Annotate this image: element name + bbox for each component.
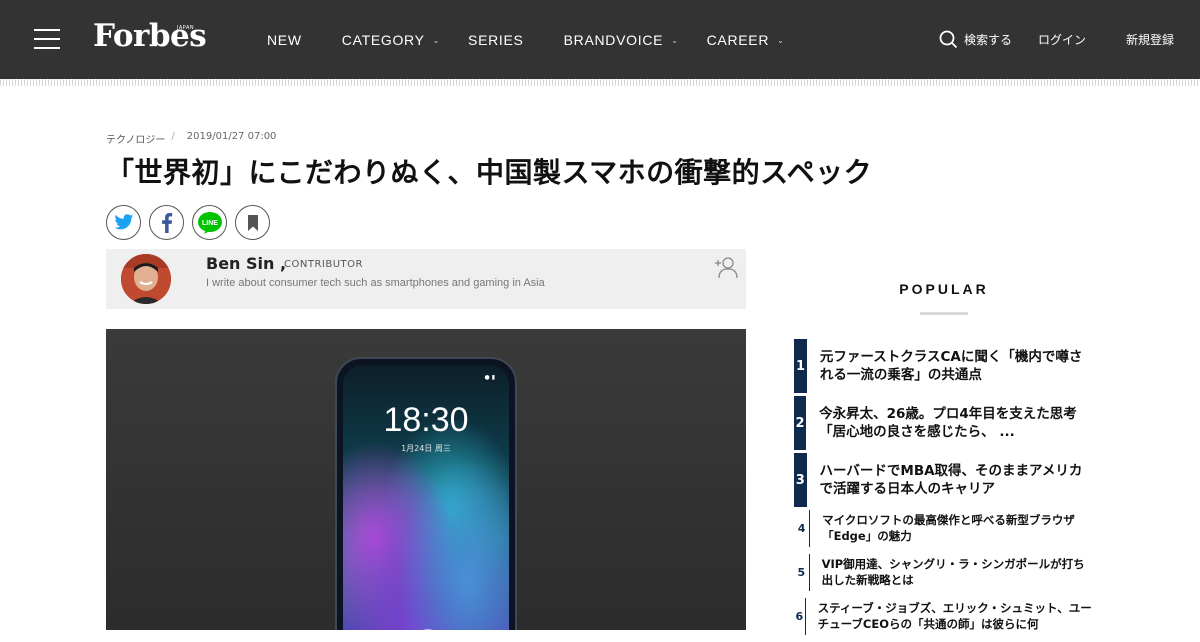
twitter-share-button[interactable] [106,205,141,240]
line-share-button[interactable]: LINE [192,205,227,240]
popular-rank: 1 [794,339,807,393]
smartphone-image: ● ▮ 18:30 1月24日 周三 [335,357,517,630]
author-photo [121,254,171,304]
breadcrumb-separator: / [171,131,175,142]
chevron-down-icon: ⌄ [777,35,785,45]
author-description: I write about consumer tech such as smar… [206,277,545,289]
follow-author-button[interactable] [714,255,738,279]
category-link[interactable]: テクノロジー [106,131,165,146]
popular-item-title: スティーブ・ジョブズ、エリック・シュミット、ユーチューブCEOらの「共通の師」は… [817,600,1092,631]
popular-list: 1 元ファーストクラスCAに聞く「機内で噂される一流の乗客」の共通点 2 今永昇… [794,339,1094,642]
share-buttons: LINE [106,205,278,240]
nav-brandvoice[interactable]: BRANDVOICE ⌄ [564,30,679,50]
line-icon: LINE [197,211,222,234]
status-bar-icons: ● ▮ [484,374,495,381]
popular-item[interactable]: 6 スティーブ・ジョブズ、エリック・シュミット、ユーチューブCEOらの「共通の師… [794,598,1094,635]
facebook-share-button[interactable] [149,205,184,240]
popular-item[interactable]: 3 ハーバードでMBA取得、そのままアメリカで活躍する日本人のキャリア [794,453,1094,507]
login-link[interactable]: ログイン [1038,31,1086,48]
search-label: 検索する [963,33,1012,47]
logo-japan-label: JAPAN [177,25,195,31]
nav-category-label: CATEGORY [341,32,425,48]
popular-item-title: ハーバードでMBA取得、そのままアメリカで活躍する日本人のキャリア [819,462,1083,497]
site-header: Forbes JAPAN NEW CATEGORY ⌄ SERIES BRANDV… [0,0,1200,79]
popular-item-title: 今永昇太、26歳。プロ4年目を支えた思考「居心地の良さを感じたら、 ... [819,405,1077,440]
hero-image: ● ▮ 18:30 1月24日 周三 [106,329,746,630]
twitter-icon [114,214,133,230]
popular-underline [920,312,968,315]
author-role: CONTRIBUTOR [284,259,363,270]
popular-rank: 5 [794,554,810,591]
nav-career[interactable]: CAREER ⌄ [707,30,785,50]
bookmark-icon [247,214,258,231]
phone-screen: ● ▮ 18:30 1月24日 周三 [343,365,509,630]
breadcrumb: テクノロジー / 2019/01/27 07:00 [106,131,276,146]
popular-item[interactable]: 5 VIP御用達、シャングリ・ラ・シンガポールが打ち出した新戦略とは [794,554,1094,591]
hamburger-menu-icon[interactable] [34,29,60,49]
header-divider [0,79,1200,86]
popular-item-title: 元ファーストクラスCAに聞く「機内で噂される一流の乗客」の共通点 [819,348,1083,383]
search-button[interactable]: 検索する [939,30,1012,49]
phone-clock: 18:30 [383,401,469,439]
chevron-down-icon: ⌄ [432,35,441,45]
popular-heading: POPULAR [899,281,989,297]
author-avatar[interactable] [121,254,171,304]
search-icon [939,30,958,49]
popular-item[interactable]: 4 マイクロソフトの最高傑作と呼べる新型ブラウザ「Edge」の魅力 [794,510,1094,547]
nav-brandvoice-label: BRANDVOICE [563,32,664,48]
popular-rank: 2 [794,396,807,450]
author-card: Ben Sin , CONTRIBUTOR I write about cons… [106,249,746,309]
nav-category[interactable]: CATEGORY ⌄ [342,30,440,50]
svg-text:LINE: LINE [202,220,218,227]
popular-rank: 3 [794,453,807,507]
nav-new-label: NEW [267,32,302,48]
main-nav: NEW CATEGORY ⌄ SERIES BRANDVOICE ⌄ CAREER ⌄ [267,30,825,50]
popular-item-title: VIP御用達、シャングリ・ラ・シンガポールが打ち出した新戦略とは [821,556,1085,587]
nav-series[interactable]: SERIES [468,30,524,50]
popular-item[interactable]: 1 元ファーストクラスCAに聞く「機内で噂される一流の乗客」の共通点 [794,339,1094,393]
popular-rank: 4 [794,510,811,547]
add-user-icon [715,257,738,279]
chevron-down-icon: ⌄ [671,35,679,45]
signup-link[interactable]: 新規登録 [1126,31,1174,48]
header-actions: 検索する ログイン 新規登録 [939,30,1174,49]
phone-date: 1月24日 周三 [401,444,451,453]
publish-date: 2019/01/27 07:00 [186,131,277,142]
bookmark-button[interactable] [235,205,270,240]
nav-career-label: CAREER [706,32,770,48]
facebook-icon [161,212,172,233]
popular-item-title: マイクロソフトの最高傑作と呼べる新型ブラウザ「Edge」の魅力 [822,512,1075,543]
article-title: 「世界初」にこだわりぬく、中国製スマホの衝撃的スペック [106,156,873,189]
author-name[interactable]: Ben Sin , [206,254,286,273]
nav-series-label: SERIES [468,32,524,48]
popular-item[interactable]: 2 今永昇太、26歳。プロ4年目を支えた思考「居心地の良さを感じたら、 ... [794,396,1094,450]
forbes-logo[interactable]: Forbes [93,18,207,58]
nav-new[interactable]: NEW [267,30,302,50]
popular-rank: 6 [794,598,806,635]
